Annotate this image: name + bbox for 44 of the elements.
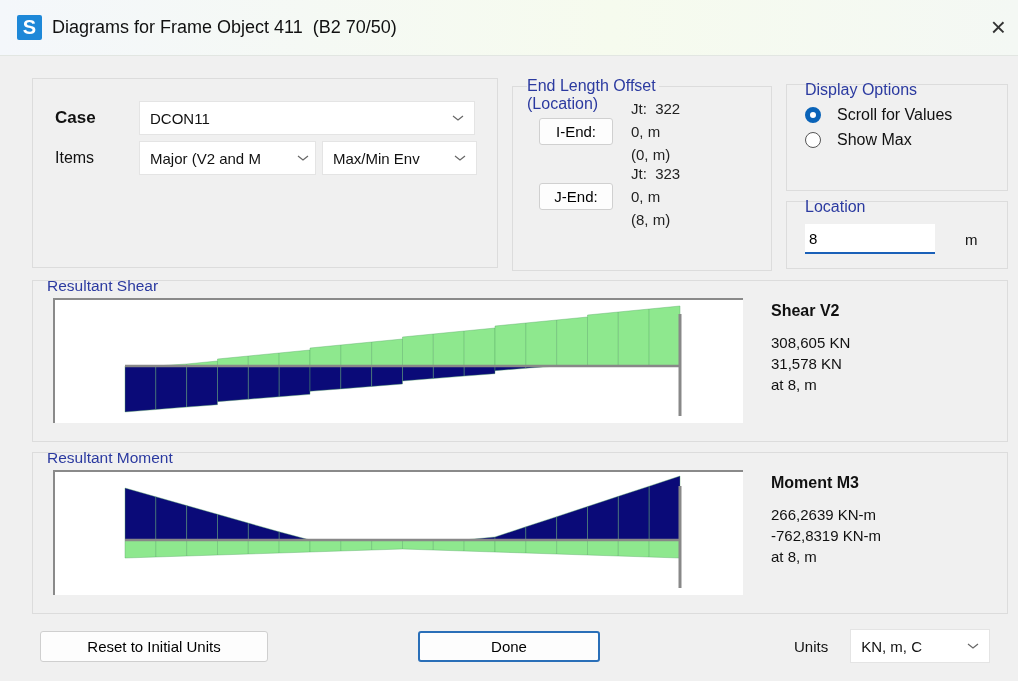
chevron-icon xyxy=(967,642,980,650)
case-label: Case xyxy=(55,108,97,128)
location-input[interactable]: 8 xyxy=(805,224,935,254)
radio-button[interactable] xyxy=(805,107,821,123)
items-label: Items xyxy=(55,149,96,167)
end-button[interactable]: J-End: xyxy=(539,183,613,210)
app-icon: S xyxy=(17,15,42,40)
items-dropdown[interactable]: Major (V2 and M xyxy=(139,141,316,175)
units-label: Units xyxy=(794,637,829,655)
location-value: (8, m) xyxy=(631,210,672,229)
reset-units-button[interactable]: Reset to Initial Units xyxy=(40,630,268,662)
group-title: End Length Offset xyxy=(527,77,659,95)
case-dropdown[interactable]: DCON11 xyxy=(139,101,475,135)
radio-label[interactable]: Show Max xyxy=(837,131,912,149)
offset-value: 0, m xyxy=(631,187,661,206)
group-subtitle: (Location) xyxy=(527,95,599,113)
close-icon[interactable]: × xyxy=(990,12,1006,43)
group-title: Location xyxy=(805,198,867,216)
section-title: Resultant Shear xyxy=(47,277,160,295)
diagram-value: 308,605 KN xyxy=(771,333,851,353)
joint-label: Jt: 323 xyxy=(631,164,682,183)
end-button[interactable]: I-End: xyxy=(539,118,613,145)
units-dropdown[interactable]: KN, m, C xyxy=(850,629,991,663)
chevron-icon xyxy=(452,114,464,122)
window-title: Diagrams for Frame Object 411 (B2 70/50) xyxy=(52,17,398,38)
radio-button[interactable] xyxy=(805,132,821,148)
location-value: (0, m) xyxy=(631,145,672,164)
chevron-icon xyxy=(454,154,466,162)
unit-label: m xyxy=(965,230,978,248)
diagram-heading: Moment M3 xyxy=(771,474,860,492)
diagram-heading: Shear V2 xyxy=(771,302,841,320)
diagram-value: at 8, m xyxy=(771,375,818,395)
section-title: Resultant Moment xyxy=(47,449,174,467)
radio-label[interactable]: Scroll for Values xyxy=(837,106,953,124)
envelope-dropdown[interactable]: Max/Min Env xyxy=(322,141,477,175)
joint-label: Jt: 322 xyxy=(631,99,682,118)
diagram-value: -762,8319 KN-m xyxy=(771,526,882,546)
chevron-icon xyxy=(297,154,309,162)
done-button[interactable]: Done xyxy=(418,630,600,662)
group-title: Display Options xyxy=(805,81,919,99)
diagram-value: 266,2639 KN-m xyxy=(771,505,878,525)
diagram-value: 31,578 KN xyxy=(771,354,843,374)
offset-value: 0, m xyxy=(631,122,661,141)
diagram-value: at 8, m xyxy=(771,547,818,567)
